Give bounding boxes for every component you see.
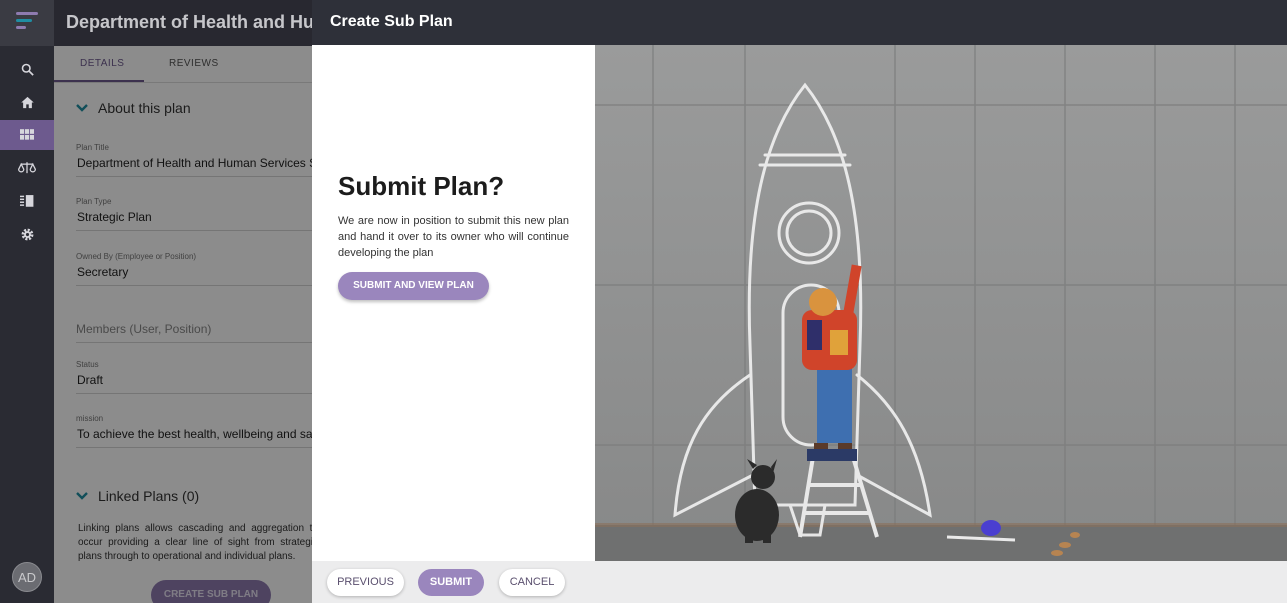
book-icon[interactable] (0, 186, 54, 216)
submit-button[interactable]: SUBMIT (418, 569, 484, 596)
modal-content-panel: Submit Plan? We are now in position to s… (312, 45, 595, 561)
overlay-top (54, 0, 312, 46)
grid-icon[interactable] (0, 120, 54, 150)
home-icon[interactable] (0, 87, 54, 117)
search-icon[interactable] (0, 54, 54, 84)
modal-title: Submit Plan? (338, 171, 505, 201)
modal-overlay[interactable] (54, 46, 312, 603)
avatar[interactable]: AD (12, 562, 42, 592)
menu-logo-icon[interactable] (0, 0, 54, 46)
cancel-button[interactable]: CANCEL (499, 569, 565, 596)
rocket-illustration (595, 45, 1287, 561)
nav-rail: AD (0, 0, 54, 603)
modal-header: Create Sub Plan (312, 0, 1287, 45)
submit-and-view-button[interactable]: SUBMIT AND VIEW PLAN (338, 272, 489, 300)
previous-button[interactable]: PREVIOUS (327, 569, 404, 596)
modal-description: We are now in position to submit this ne… (338, 215, 569, 259)
modal-footer: PREVIOUS SUBMIT CANCEL (312, 561, 1287, 603)
scales-icon[interactable] (0, 153, 54, 183)
gear-icon[interactable] (0, 219, 54, 249)
